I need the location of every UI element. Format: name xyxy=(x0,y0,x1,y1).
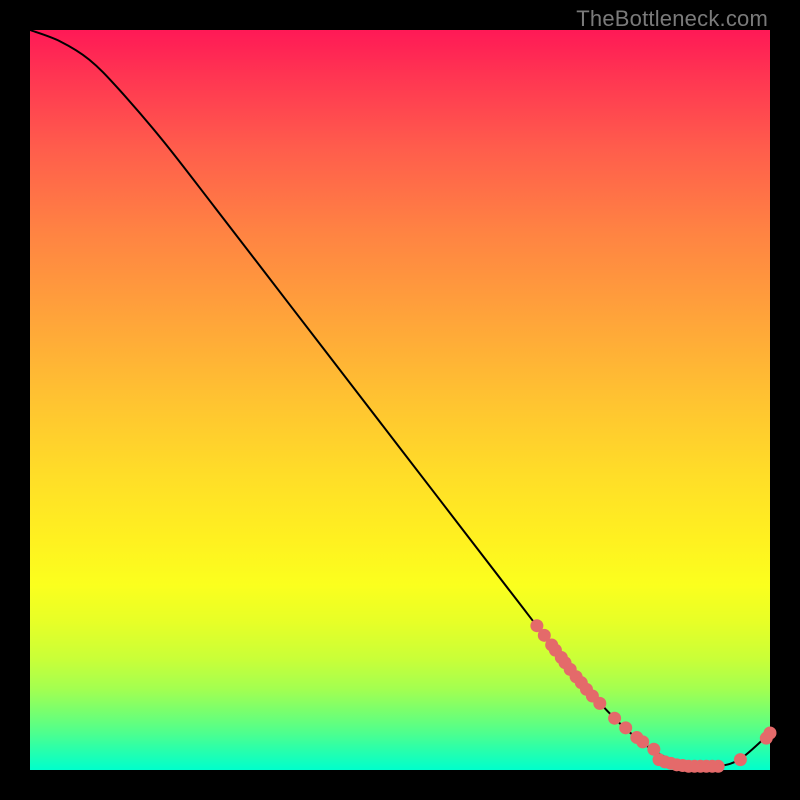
data-marker xyxy=(764,727,777,740)
data-marker xyxy=(734,753,747,766)
watermark-text: TheBottleneck.com xyxy=(576,6,768,32)
data-marker xyxy=(608,712,621,725)
bottleneck-curve xyxy=(30,30,770,767)
chart-container: TheBottleneck.com xyxy=(0,0,800,800)
data-markers xyxy=(530,619,776,773)
data-marker xyxy=(619,721,632,734)
chart-svg xyxy=(30,30,770,770)
data-marker xyxy=(712,760,725,773)
data-marker xyxy=(636,735,649,748)
data-marker xyxy=(593,697,606,710)
